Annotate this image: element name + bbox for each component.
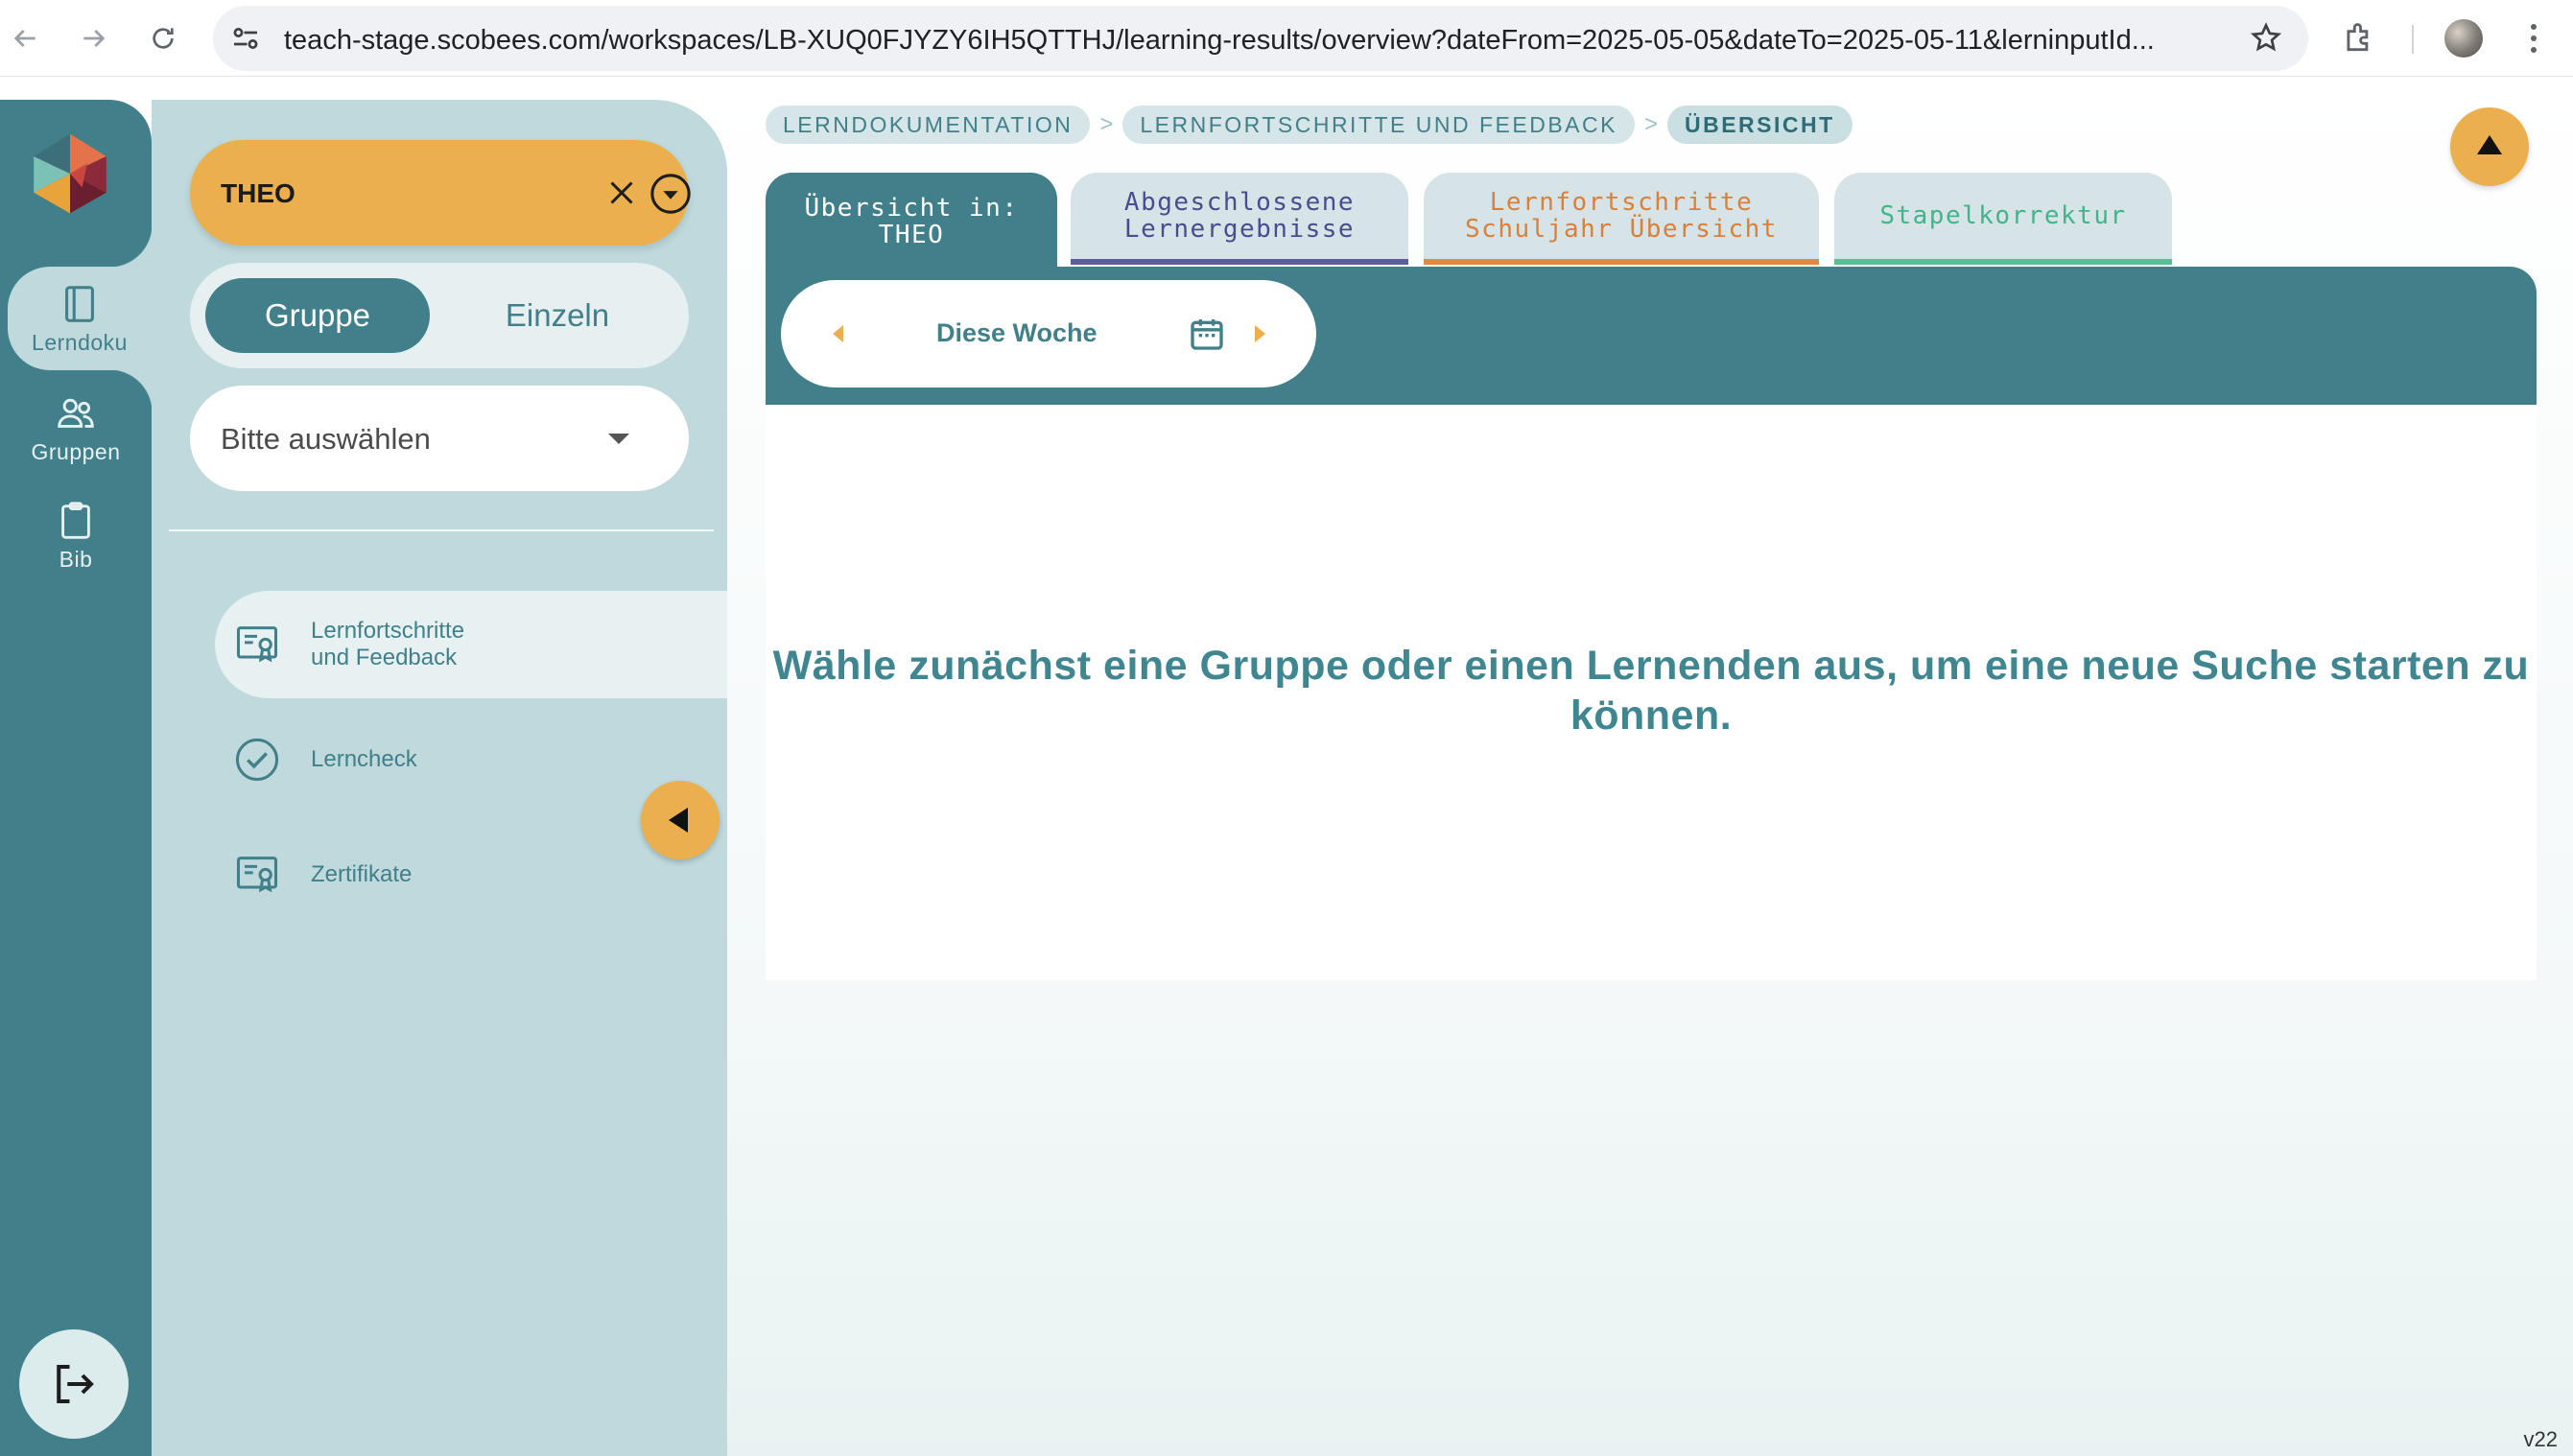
url-text[interactable]: teach-stage.scobees.com/workspaces/LB-XU… [284,25,2231,57]
previous-week-icon[interactable] [833,325,843,342]
menu-label-line1: Lernfortschritte [311,618,465,644]
breadcrumb-separator: > [1643,111,1658,137]
tab-abgeschlossene-lernergebnisse[interactable]: Abgeschlossene Lernergebnisse [1071,173,1408,265]
forward-button[interactable] [75,19,113,58]
clipboard-icon [61,501,90,539]
arrow-left-icon [13,30,35,47]
breadcrumb-item-lerndokumentation[interactable]: LERNDOKUMENTATION [766,106,1091,144]
toggle-einzeln[interactable]: Einzeln [445,278,670,353]
reload-button[interactable] [144,19,182,58]
group-single-toggle: Gruppe Einzeln [190,263,689,368]
collapse-panel-button[interactable] [641,781,720,859]
menu-label-lernfortschritte: Lernfortschritte und Feedback [311,618,464,671]
breadcrumb: LERNDOKUMENTATION > LERNFORTSCHRITTE UND… [766,106,1853,144]
menu-label-lerncheck: Lerncheck [311,746,417,772]
check-circle-icon [235,738,279,782]
certificate-icon [236,626,278,663]
extensions-icon[interactable] [2341,19,2377,56]
tab-label-line1: Stapelkorrektur [1879,201,2127,230]
group-select[interactable]: Bitte auswählen [190,386,689,491]
menu-label-zertifikate: Zertifikate [311,861,413,887]
users-icon [58,398,94,428]
profile-avatar[interactable] [2444,19,2483,58]
tab-schuljahr-uebersicht[interactable]: Lernfortschritte Schuljahr Übersicht [1424,173,1819,265]
scobees-logo-icon [34,133,106,214]
toggle-gruppe[interactable]: Gruppe [205,278,430,353]
rail-item-bib[interactable]: Bib [0,483,152,587]
reload-icon [153,28,174,49]
arrow-right-icon [83,30,106,47]
empty-state-message: Wähle zunächst eine Gruppe oder einen Le… [772,643,2530,739]
scroll-top-button[interactable] [2450,107,2529,186]
app-version: v22 [2523,1427,2558,1451]
tab-label-line1: Lernfortschritte [1489,188,1754,217]
side-panel: THEO Gruppe Einzeln Bitte auswählen Lern… [152,100,727,1456]
address-bar[interactable]: teach-stage.scobees.com/workspaces/LB-XU… [213,6,2308,71]
notebook-icon [65,285,94,322]
tab-stapelkorrektur[interactable]: Stapelkorrektur [1834,173,2172,265]
selected-student-chip[interactable]: THEO [190,140,691,246]
rail-item-lerndoku[interactable]: Lerndoku [8,224,152,412]
panel-divider [169,529,714,531]
tab-label-line1: Übersicht in: [804,194,1019,223]
app-root: Lerndoku Gruppen Bib THEO Gruppe Einzeln… [0,77,2573,1456]
rail-label-lerndoku: Lerndoku [32,329,128,355]
chevron-down-circle-icon[interactable] [649,172,693,216]
triangle-left-icon [669,808,688,833]
breadcrumb-item-uebersicht: ÜBERSICHT [1666,106,1853,144]
icon-rail: Lerndoku Gruppen Bib [0,100,152,1456]
rail-label-bib: Bib [59,546,93,572]
logout-icon [57,1364,94,1404]
tab-label-line2: Lernergebnisse [1123,215,1356,244]
triangle-up-icon [2477,135,2502,154]
tab-label-line2: Schuljahr Übersicht [1465,215,1778,244]
breadcrumb-item-lernfortschritte[interactable]: LERNFORTSCHRITTE UND FEEDBACK [1122,106,1635,144]
menu-label-line2: und Feedback [311,645,458,670]
week-label[interactable]: Diese Woche [936,318,1098,348]
next-week-icon[interactable] [1255,325,1265,342]
results-panel: Wähle zunächst eine Gruppe oder einen Le… [766,405,2537,980]
certificate-icon [236,857,278,893]
logout-button[interactable] [19,1329,129,1439]
week-selector: Diese Woche [781,280,1316,387]
tab-label-line2: THEO [878,221,945,249]
browser-toolbar: teach-stage.scobees.com/workspaces/LB-XU… [0,0,2573,77]
group-select-placeholder: Bitte auswählen [221,422,431,456]
tab-uebersicht[interactable]: Übersicht in: THEO [766,173,1057,270]
bookmark-star-icon[interactable] [2249,21,2283,56]
toolbar-divider [2412,25,2414,54]
tab-label-line1: Abgeschlossene [1123,188,1356,217]
site-settings-icon[interactable] [228,21,263,56]
breadcrumb-separator: > [1099,111,1114,137]
menu-item-lernfortschritte[interactable]: Lernfortschritte und Feedback [215,591,727,698]
rail-item-gruppen[interactable]: Gruppen [0,376,152,480]
rail-label-gruppen: Gruppen [31,438,121,464]
calendar-icon[interactable] [1188,315,1226,353]
week-filter-bar: Diese Woche [766,267,2537,405]
close-icon[interactable] [604,176,639,210]
student-name: THEO [221,178,295,208]
browser-menu-icon[interactable] [2519,19,2548,58]
caret-down-icon [608,434,629,444]
back-button[interactable] [6,19,44,58]
